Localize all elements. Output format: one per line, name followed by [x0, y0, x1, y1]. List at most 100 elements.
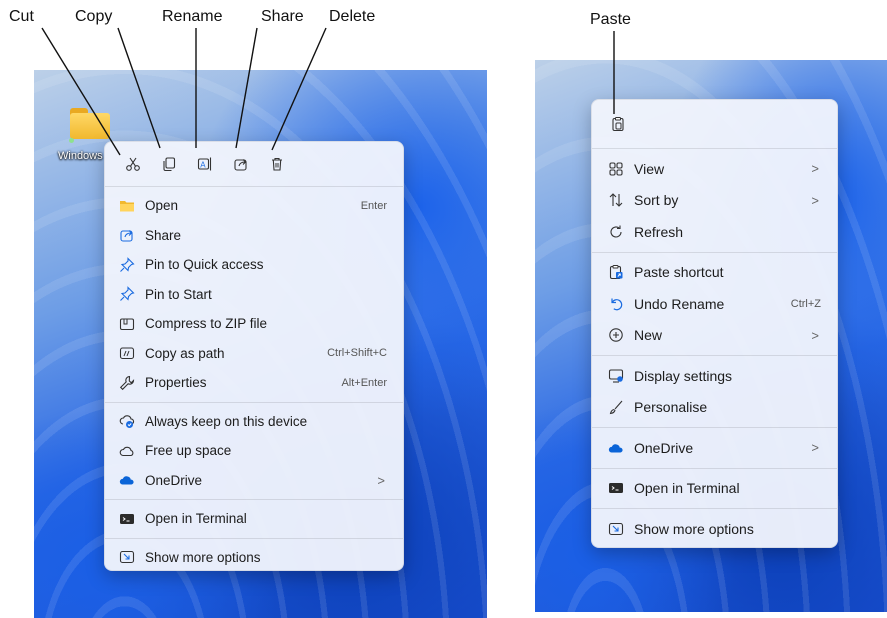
menu-item-properties[interactable]: Properties Alt+Enter: [105, 368, 403, 398]
folder-icon: [119, 198, 135, 214]
share-button[interactable]: [223, 146, 259, 182]
menu-item-personalise[interactable]: Personalise: [592, 392, 837, 424]
callout-delete: Delete: [329, 8, 376, 25]
terminal-icon: [608, 480, 624, 496]
menu-item-label: Always keep on this device: [145, 413, 308, 429]
rename-button[interactable]: A: [187, 146, 223, 182]
folder-icon[interactable]: [70, 108, 110, 139]
menu-item-sort-by[interactable]: Sort by >: [592, 185, 837, 217]
copy-icon: [163, 157, 176, 172]
separator: [592, 148, 837, 149]
onedrive-icon: [119, 472, 135, 488]
wrench-icon: [119, 375, 135, 391]
svg-text:A: A: [200, 161, 206, 170]
menu-item-compress-zip[interactable]: Compress to ZIP file: [105, 309, 403, 339]
separator: [105, 186, 403, 187]
scissors-icon: [126, 157, 140, 171]
menu-item-label: Open: [145, 198, 179, 214]
pin-icon: [119, 286, 135, 302]
chevron-right-icon: >: [377, 472, 385, 488]
onedrive-icon: [608, 440, 624, 456]
separator: [105, 499, 403, 500]
quick-actions-bar: A: [105, 142, 403, 186]
menu-item-show-more-options[interactable]: Show more options: [105, 543, 403, 573]
menu-item-label: Display settings: [634, 367, 733, 384]
terminal-icon: [119, 511, 135, 527]
menu-item-onedrive[interactable]: OneDrive >: [105, 466, 403, 496]
share-icon: [234, 159, 247, 171]
trash-icon: [272, 157, 282, 171]
shortcut-text: Enter: [360, 199, 387, 212]
cloud-icon: [119, 443, 135, 459]
more-options-icon: [608, 521, 624, 537]
menu-item-label: OneDrive: [634, 439, 694, 456]
share-icon: [119, 227, 135, 243]
menu-item-label: Open in Terminal: [634, 480, 740, 497]
menu-item-new[interactable]: New >: [592, 320, 837, 352]
menu-item-label: Sort by: [634, 192, 679, 209]
menu-item-copy-as-path[interactable]: Copy as path Ctrl+Shift+C: [105, 339, 403, 369]
sync-status-icon: [69, 138, 74, 143]
callout-cut: Cut: [9, 8, 34, 25]
menu-item-free-up-space[interactable]: Free up space: [105, 436, 403, 466]
menu-item-always-keep[interactable]: Always keep on this device: [105, 407, 403, 437]
sort-icon: [608, 192, 624, 208]
menu-item-label: Show more options: [145, 549, 261, 565]
menu-item-label: OneDrive: [145, 472, 203, 488]
separator: [592, 251, 837, 253]
menu-item-share[interactable]: Share: [105, 221, 403, 251]
menu-item-label: Show more options: [634, 520, 754, 537]
menu-item-display-settings[interactable]: Display settings: [592, 360, 837, 392]
menu-item-refresh[interactable]: Refresh: [592, 216, 837, 248]
menu-item-label: Paste shortcut: [634, 264, 724, 281]
display-icon: [608, 368, 624, 384]
menu-item-label: Copy as path: [145, 345, 225, 361]
shortcut-text: Alt+Enter: [341, 376, 387, 389]
menu-item-show-more-options[interactable]: Show more options: [592, 513, 837, 545]
chevron-right-icon: >: [811, 440, 819, 456]
menu-item-label: Open in Terminal: [145, 511, 247, 527]
delete-button[interactable]: [259, 146, 295, 182]
menu-item-open-terminal[interactable]: Open in Terminal: [592, 473, 837, 505]
separator: [592, 508, 837, 509]
menu-item-onedrive[interactable]: OneDrive >: [592, 432, 837, 464]
brush-icon: [608, 399, 624, 415]
separator: [592, 467, 837, 469]
quick-actions-bar: [592, 100, 837, 148]
copy-button[interactable]: [151, 146, 187, 182]
callout-rename: Rename: [162, 8, 223, 25]
callout-paste: Paste: [590, 11, 631, 28]
paste-icon: [612, 117, 624, 132]
menu-item-undo-rename[interactable]: Undo Rename Ctrl+Z: [592, 288, 837, 320]
menu-item-label: Personalise: [634, 399, 708, 416]
menu-item-view[interactable]: View >: [592, 153, 837, 185]
menu-item-pin-quick-access[interactable]: Pin to Quick access: [105, 250, 403, 280]
rename-icon: A: [197, 157, 212, 171]
paste-shortcut-icon: [608, 264, 624, 280]
menu-item-open-terminal[interactable]: Open in Terminal: [105, 504, 403, 534]
cloud-sync-icon: [119, 413, 135, 429]
callout-share: Share: [261, 8, 304, 25]
cut-button[interactable]: [115, 146, 151, 182]
paste-button[interactable]: [600, 106, 636, 142]
shortcut-text: Ctrl+Shift+C: [327, 347, 387, 360]
menu-item-open[interactable]: Open Enter: [105, 191, 403, 221]
more-options-icon: [119, 549, 135, 565]
menu-item-pin-start[interactable]: Pin to Start: [105, 280, 403, 310]
copy-path-icon: [119, 345, 135, 361]
menu-item-label: Pin to Start: [145, 286, 212, 302]
menu-item-label: Share: [145, 227, 182, 243]
separator: [105, 537, 403, 539]
menu-item-label: Refresh: [634, 223, 684, 240]
undo-icon: [608, 296, 624, 312]
menu-item-paste-shortcut[interactable]: Paste shortcut: [592, 257, 837, 289]
chevron-right-icon: >: [811, 161, 819, 177]
plus-circle-icon: [608, 327, 624, 343]
menu-item-label: Undo Rename: [634, 295, 725, 312]
menu-item-label: View: [634, 160, 665, 177]
menu-item-label: Compress to ZIP file: [145, 316, 268, 332]
zip-icon: [119, 316, 135, 332]
folder-label: Windows: [58, 150, 103, 162]
desktop-context-menu: View > Sort by > Refresh Paste shortcut …: [591, 99, 838, 548]
shortcut-text: Ctrl+Z: [790, 297, 821, 310]
